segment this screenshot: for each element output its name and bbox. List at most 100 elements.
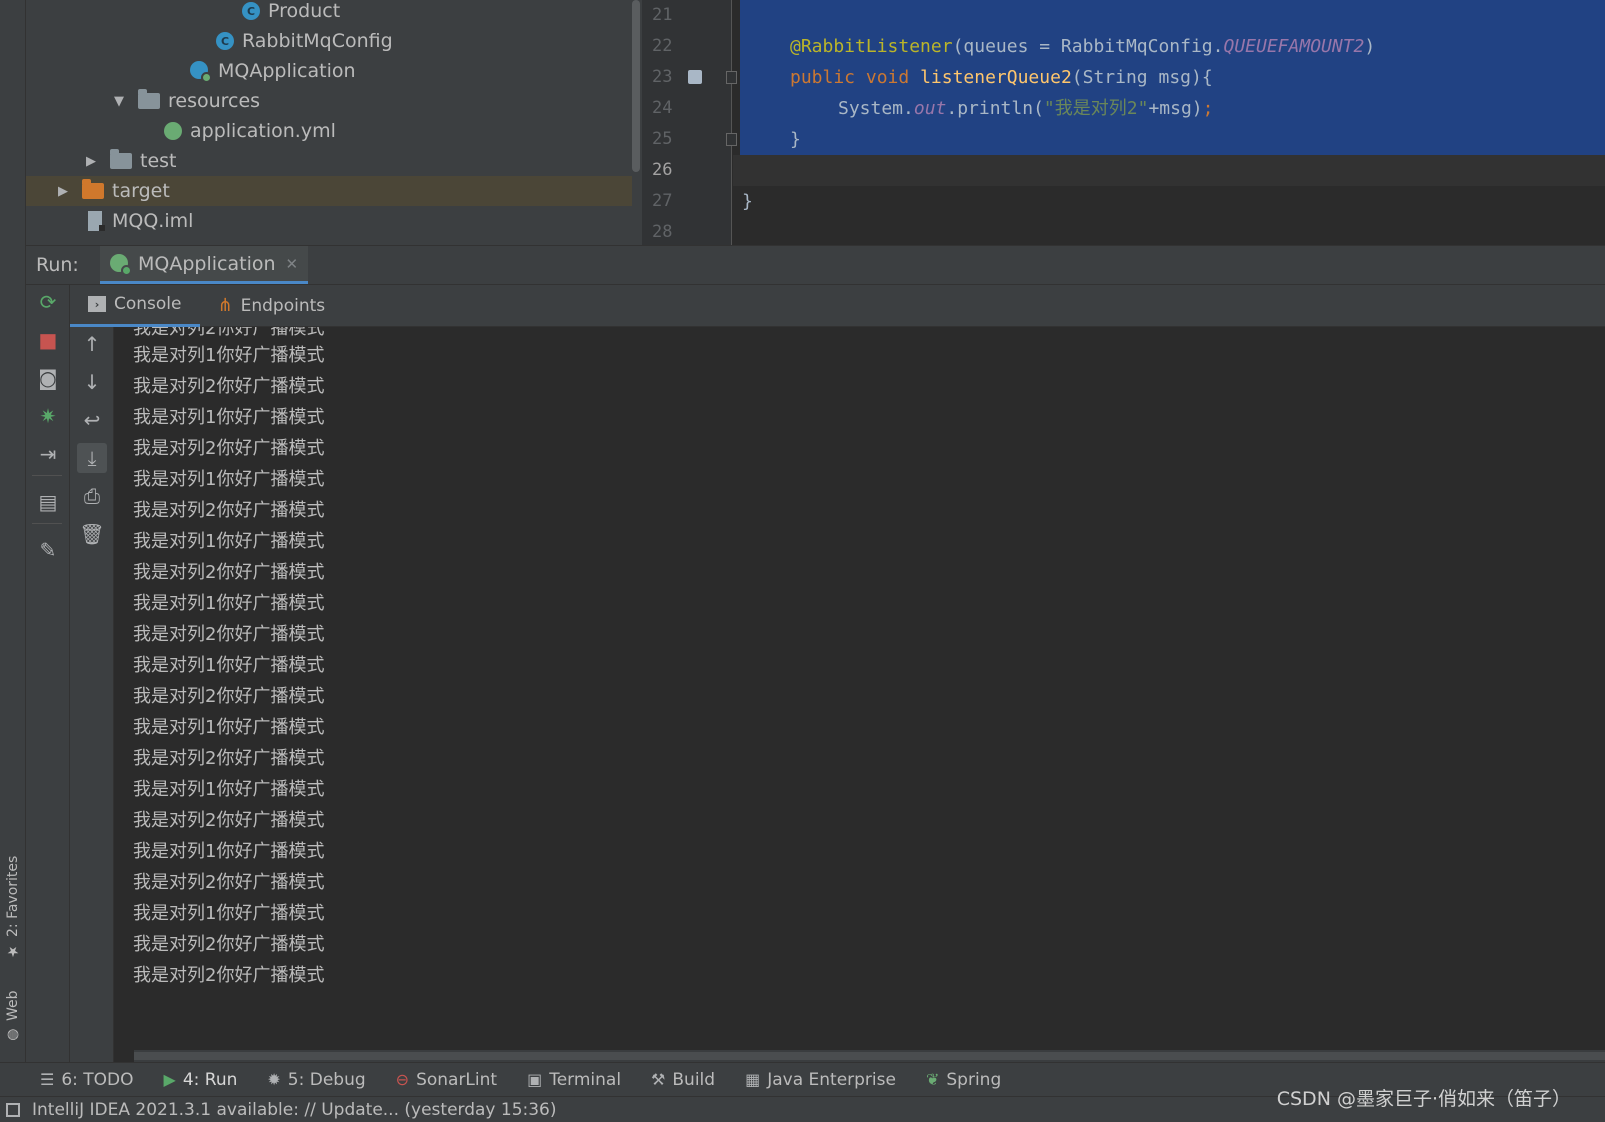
close-icon[interactable]: ✕: [286, 255, 299, 273]
build-tool-button[interactable]: ⚒ Build: [651, 1063, 715, 1097]
web-side-tab-label: Web: [5, 990, 21, 1021]
endpoints-icon: ⋔: [217, 295, 233, 316]
code-line-27: }: [742, 191, 753, 212]
layout-icon[interactable]: ▤: [33, 487, 63, 517]
console-line: 我是对列1你好广播模式: [133, 531, 325, 552]
tree-item-label: MQApplication: [218, 60, 356, 82]
editor-gutter: 21 22 23 24 25 26 27 28: [642, 0, 737, 245]
tree-item-resources[interactable]: ▼ resources: [26, 86, 632, 116]
watermark: CSDN @墨家巨子·俏如来（笛子）: [1276, 1088, 1571, 1110]
static-field-token: out: [913, 98, 947, 119]
tab-endpoints[interactable]: ⋔ Endpoints: [200, 285, 344, 327]
run-tab-mqapplication[interactable]: MQApplication ✕: [100, 246, 309, 284]
play-icon: ▶: [163, 1070, 176, 1089]
tree-item-label: RabbitMqConfig: [242, 30, 393, 52]
left-tool-strip: ★ 2: Favorites ◍ Web: [0, 0, 26, 1062]
rabbit-listener-gutter-icon[interactable]: [688, 70, 702, 84]
java-enterprise-icon: ▦: [745, 1070, 761, 1089]
spring-boot-class-icon: [190, 61, 212, 83]
console-line: 我是对列2你好广播模式: [133, 934, 325, 955]
line-number: 24: [652, 98, 673, 118]
spring-tool-button[interactable]: ❦ Spring: [926, 1063, 1001, 1097]
java-enterprise-tool-button[interactable]: ▦ Java Enterprise: [745, 1063, 896, 1097]
expand-arrow-down-icon[interactable]: ▼: [110, 94, 128, 109]
code-token: +msg): [1148, 98, 1203, 119]
console-line: 我是对列1你好广播模式: [133, 841, 325, 862]
console-line: 我是对列1你好广播模式: [133, 593, 325, 614]
class-icon: C: [216, 32, 234, 50]
console-line: 我是对列1你好广播模式: [133, 779, 325, 800]
tool-window-toggle-icon[interactable]: [6, 1102, 20, 1117]
console-line: 我是对列1你好广播模式: [133, 469, 325, 490]
run-toolbar-secondary: ↑ ↓ ↩ ⤓ ⎙ 🗑: [70, 327, 114, 1062]
scrollbar-thumb[interactable]: [134, 1052, 1605, 1060]
line-number: 22: [652, 36, 673, 56]
soft-wrap-icon[interactable]: ↩: [77, 405, 107, 435]
spring-boot-run-icon: [110, 253, 132, 276]
code-editor[interactable]: 21 22 23 24 25 26 27 28 @RabbitListener(…: [642, 0, 1605, 245]
tree-item-rabbitmqconfig[interactable]: C RabbitMqConfig: [26, 26, 632, 56]
globe-icon: ◍: [5, 1027, 21, 1043]
favorites-side-tab[interactable]: ★ 2: Favorites: [0, 845, 26, 963]
tool-button-label: 5: Debug: [287, 1069, 366, 1090]
exit-icon[interactable]: ⇥: [33, 439, 63, 469]
tool-button-label: SonarLint: [416, 1069, 498, 1090]
debug-tool-button[interactable]: ✹ 5: Debug: [267, 1063, 365, 1097]
console-line: 我是对列2你好广播模式: [133, 686, 325, 707]
tree-item-label: application.yml: [190, 120, 336, 142]
tree-item-mqq-iml[interactable]: MQQ.iml: [26, 206, 632, 236]
rerun-icon[interactable]: ⟳: [33, 287, 63, 317]
tab-console-label: Console: [114, 294, 182, 314]
pin-icon[interactable]: ✎: [33, 535, 63, 565]
code-token: (queues = RabbitMqConfig.: [952, 36, 1224, 57]
code-line-25: }: [790, 129, 801, 150]
run-label: Run:: [36, 254, 79, 276]
tree-item-mqapplication[interactable]: MQApplication: [26, 56, 632, 86]
print-icon[interactable]: ⎙: [77, 481, 107, 511]
scroll-to-end-icon[interactable]: ⤓: [77, 443, 107, 473]
arrow-up-icon[interactable]: ↑: [77, 329, 107, 359]
debug-restart-icon[interactable]: ✷: [33, 401, 63, 431]
tree-scrollbar[interactable]: [632, 0, 640, 172]
keyword-token: void: [855, 67, 921, 88]
tab-endpoints-label: Endpoints: [240, 295, 326, 316]
web-side-tab[interactable]: ◍ Web: [0, 985, 26, 1047]
code-token: ): [1364, 36, 1376, 57]
sonarlint-tool-button[interactable]: ⊖ SonarLint: [396, 1063, 497, 1097]
semicolon-token: ;: [1202, 98, 1214, 119]
expand-arrow-right-icon[interactable]: ▶: [54, 184, 72, 199]
camera-icon[interactable]: ◙: [33, 363, 63, 393]
console-line: 我是对列2你好广播模式: [133, 562, 325, 583]
fold-marker-icon[interactable]: [726, 133, 737, 146]
console-line: 我是对列1你好广播模式: [133, 407, 325, 428]
console-output[interactable]: 我是对列2你好广播模式 我是对列1你好广播模式 我是对列2你好广播模式 我是对列…: [114, 327, 1605, 1062]
line-number: 21: [652, 5, 673, 25]
terminal-icon: ▣: [527, 1070, 543, 1089]
console-icon: ›: [88, 296, 106, 312]
console-horizontal-scrollbar[interactable]: [134, 1050, 1605, 1062]
status-message[interactable]: IntelliJ IDEA 2021.3.1 available: // Upd…: [32, 1100, 557, 1120]
expand-arrow-right-icon[interactable]: ▶: [82, 154, 100, 169]
arrow-down-icon[interactable]: ↓: [77, 367, 107, 397]
tree-item-target[interactable]: ▶ target: [26, 176, 632, 206]
excluded-folder-icon: [82, 179, 104, 199]
code-line-24: System.out.println("我是对列2"+msg);: [838, 93, 1213, 124]
run-tool-button[interactable]: ▶ 4: Run: [164, 1063, 238, 1097]
fold-marker-icon[interactable]: [726, 71, 737, 84]
line-number: 27: [652, 191, 673, 211]
tree-item-application-yml[interactable]: application.yml: [26, 116, 632, 146]
star-icon: ★: [5, 943, 21, 959]
console-line: 我是对列1你好广播模式: [133, 655, 325, 676]
code-line-23: public void listenerQueue2(String msg){: [790, 62, 1213, 93]
terminal-tool-button[interactable]: ▣ Terminal: [527, 1063, 621, 1097]
code-token: .println(: [946, 98, 1044, 119]
tree-item-product[interactable]: C Product: [26, 0, 632, 26]
trash-icon[interactable]: 🗑: [77, 519, 107, 549]
stop-icon[interactable]: ■: [33, 325, 63, 355]
todo-tool-button[interactable]: ☰ 6: TODO: [40, 1063, 134, 1097]
tree-item-label: test: [140, 150, 177, 172]
resources-folder-icon: [138, 89, 160, 109]
console-line: 我是对列2你好广播模式: [133, 810, 325, 831]
tree-item-test[interactable]: ▶ test: [26, 146, 632, 176]
tab-console[interactable]: › Console: [70, 285, 200, 327]
